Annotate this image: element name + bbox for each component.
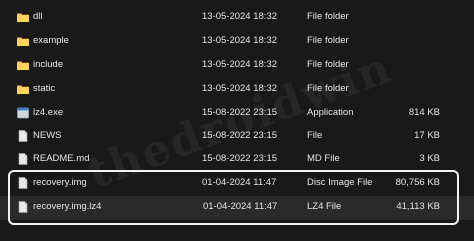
file-type: File folder [307, 35, 349, 46]
file-row-static[interactable]: static 13-05-2024 18:32 File folder [0, 78, 474, 102]
file-date-modified: 01-04-2024 11:47 [203, 201, 278, 212]
file-type: File folder [307, 59, 349, 70]
file-size: 814 KB [408, 107, 440, 118]
file-list: dll 13-05-2024 18:32 File folder example… [0, 0, 474, 241]
file-row-dll[interactable]: dll 13-05-2024 18:32 File folder [0, 6, 474, 30]
file-row-lz4-exe[interactable]: lz4.exe 15-08-2022 23:15 Application 814… [0, 102, 474, 126]
file-row-example[interactable]: example 13-05-2024 18:32 File folder [0, 30, 474, 54]
document-icon [18, 153, 28, 165]
folder-icon [17, 61, 29, 70]
file-name: lz4.exe [33, 107, 64, 118]
file-row-news[interactable]: NEWS 15-08-2022 23:15 File 17 KB [0, 125, 474, 149]
file-row-recovery-img[interactable]: recovery.img 01-04-2024 11:47 Disc Image… [0, 172, 474, 196]
file-size: 80,756 KB [395, 177, 440, 188]
file-date-modified: 15-08-2022 23:15 [202, 107, 278, 118]
document-icon [18, 177, 28, 189]
file-name: static [33, 83, 56, 94]
folder-icon [17, 37, 29, 46]
file-type: MD File [307, 153, 340, 164]
file-name: recovery.img [33, 177, 87, 188]
file-date-modified: 13-05-2024 18:32 [202, 59, 278, 70]
file-date-modified: 13-05-2024 18:32 [202, 11, 278, 22]
file-date-modified: 15-08-2022 23:15 [202, 153, 278, 164]
file-date-modified: 15-08-2022 23:15 [202, 130, 278, 141]
file-name: dll [33, 11, 43, 22]
file-name: include [33, 59, 64, 70]
folder-icon [17, 13, 29, 22]
file-row-recovery-img-lz4[interactable]: recovery.img.lz4 01-04-2024 11:47 LZ4 Fi… [0, 196, 474, 220]
file-name: NEWS [33, 130, 62, 141]
file-type: File [307, 130, 323, 141]
document-icon [18, 201, 28, 213]
file-name: example [33, 35, 69, 46]
file-size: 17 KB [414, 130, 440, 141]
file-row-readme[interactable]: README.md 15-08-2022 23:15 MD File 3 KB [0, 148, 474, 172]
file-name: recovery.img.lz4 [33, 201, 102, 212]
file-type: File folder [307, 11, 349, 22]
application-icon [17, 107, 29, 119]
file-name: README.md [33, 153, 90, 164]
file-size: 3 KB [419, 153, 440, 164]
file-type: LZ4 File [307, 201, 342, 212]
file-date-modified: 13-05-2024 18:32 [202, 83, 278, 94]
file-type: File folder [307, 83, 349, 94]
folder-icon [17, 85, 29, 94]
document-icon [18, 130, 28, 142]
file-type: Application [307, 107, 354, 118]
file-size: 41,113 KB [396, 201, 440, 212]
file-date-modified: 01-04-2024 11:47 [202, 177, 277, 188]
file-row-include[interactable]: include 13-05-2024 18:32 File folder [0, 54, 474, 78]
file-date-modified: 13-05-2024 18:32 [202, 35, 278, 46]
